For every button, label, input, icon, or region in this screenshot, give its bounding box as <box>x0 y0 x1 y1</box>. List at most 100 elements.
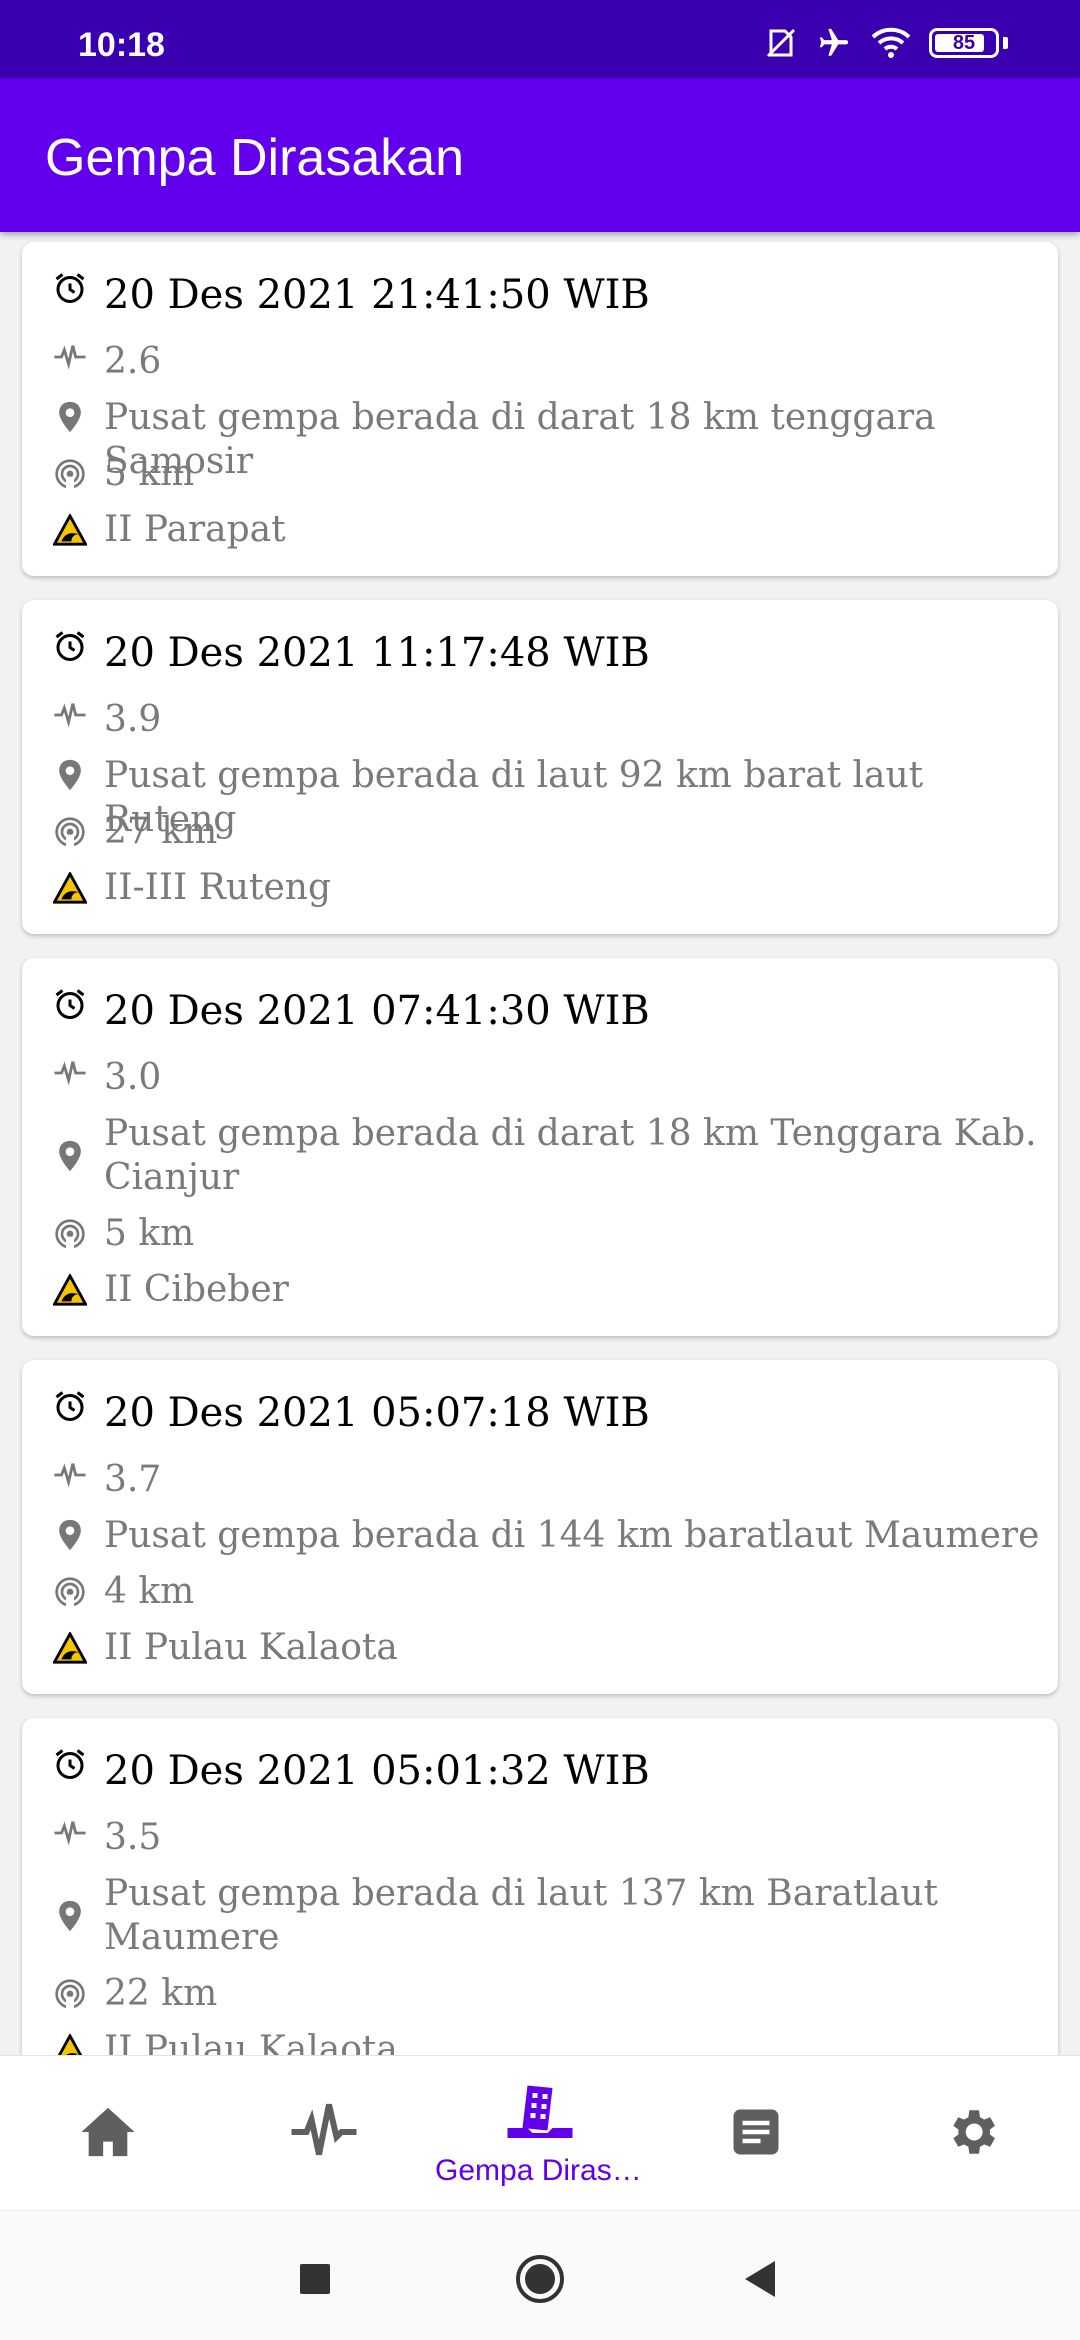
depth-radar-icon <box>50 1212 90 1250</box>
status-icons: 85 <box>765 26 1008 60</box>
felt-row: II Cibeber <box>50 1268 1044 1312</box>
building-quake-icon <box>505 2080 575 2150</box>
back-button[interactable] <box>730 2251 790 2311</box>
felt-row: II-III Ruteng <box>50 866 1044 910</box>
pulse-icon <box>50 1816 90 1850</box>
article-icon <box>729 2105 783 2163</box>
location-row: Pusat gempa berada di laut 137 km Baratl… <box>50 1872 1044 1960</box>
location-pin-icon <box>50 1139 90 1173</box>
magnitude-row: 3.5 <box>50 1816 1044 1860</box>
earthquake-felt: II Pulau Kalaota <box>104 2029 398 2055</box>
depth-row: 22 km <box>50 1972 1044 2016</box>
warning-icon <box>50 2028 90 2055</box>
home-icon <box>79 2105 137 2163</box>
wifi-icon <box>871 27 911 59</box>
earthquake-felt: II-III Ruteng <box>104 867 332 908</box>
nav-recent-quake[interactable] <box>216 2056 432 2211</box>
felt-row: II Pulau Kalaota <box>50 1626 1044 1670</box>
earthquake-magnitude: 3.5 <box>104 1817 162 1858</box>
alarm-icon <box>50 628 90 664</box>
earthquake-depth: 27 km <box>104 811 218 852</box>
pulse-icon <box>289 2102 359 2166</box>
earthquake-felt: II Parapat <box>104 509 286 550</box>
earthquake-card[interactable]: 20 Des 2021 11:17:48 WIB 3.9 Pusat gempa… <box>22 600 1058 934</box>
earthquake-location: Pusat gempa berada di darat 18 km Tengga… <box>104 1113 1037 1198</box>
location-row: Pusat gempa berada di darat 18 km Tengga… <box>50 1112 1044 1200</box>
earthquake-magnitude: 3.9 <box>104 699 162 740</box>
home-button[interactable] <box>510 2251 570 2311</box>
airplane-icon <box>815 26 853 60</box>
earthquake-magnitude: 2.6 <box>104 341 162 382</box>
earthquake-card[interactable]: 20 Des 2021 07:41:30 WIB 3.0 Pusat gempa… <box>22 958 1058 1336</box>
felt-row: II Parapat <box>50 508 1044 552</box>
location-pin-icon <box>50 396 90 434</box>
earthquake-card[interactable]: 20 Des 2021 05:07:18 WIB 3.7 Pusat gempa… <box>22 1360 1058 1694</box>
earthquake-time: 20 Des 2021 05:07:18 WIB <box>104 1390 650 1436</box>
time-row: 20 Des 2021 21:41:50 WIB <box>50 270 1044 320</box>
status-bar: 10:18 85 <box>0 0 1080 78</box>
earthquake-location: Pusat gempa berada di laut 137 km Baratl… <box>104 1873 938 1958</box>
depth-radar-icon <box>50 452 90 490</box>
earthquake-depth: 5 km <box>104 1213 195 1254</box>
time-row: 20 Des 2021 07:41:30 WIB <box>50 986 1044 1036</box>
felt-row: II Pulau Kalaota <box>50 2028 1044 2055</box>
earthquake-location: Pusat gempa berada di 144 km baratlaut M… <box>104 1515 1040 1556</box>
warning-icon <box>50 508 90 546</box>
circle-icon <box>514 2253 566 2309</box>
alarm-icon <box>50 270 90 306</box>
time-row: 20 Des 2021 11:17:48 WIB <box>50 628 1044 678</box>
pulse-icon <box>50 1458 90 1492</box>
nav-felt-quake[interactable]: Gempa Dirasakan <box>432 2056 648 2211</box>
battery-icon: 85 <box>929 28 999 58</box>
status-time: 10:18 <box>78 26 165 64</box>
pulse-icon <box>50 340 90 374</box>
depth-radar-icon <box>50 1972 90 2010</box>
magnitude-row: 3.7 <box>50 1458 1044 1502</box>
page-title: Gempa Dirasakan <box>45 129 465 187</box>
earthquake-depth: 5 km <box>104 453 195 494</box>
battery-level: 85 <box>952 31 976 54</box>
nav-home[interactable] <box>0 2056 216 2211</box>
earthquake-magnitude: 3.7 <box>104 1459 162 1500</box>
depth-radar-icon <box>50 810 90 848</box>
no-sim-icon <box>765 27 797 59</box>
location-pin-icon <box>50 754 90 792</box>
earthquake-time: 20 Des 2021 21:41:50 WIB <box>104 272 650 318</box>
system-navigation-bar <box>0 2210 1080 2340</box>
magnitude-row: 3.9 <box>50 698 1044 742</box>
recents-button[interactable] <box>285 2251 345 2311</box>
location-pin-icon <box>50 1899 90 1933</box>
app-bar: Gempa Dirasakan <box>0 78 1080 232</box>
nav-label-felt-quake: Gempa Dirasakan <box>435 2153 645 2187</box>
nav-settings[interactable] <box>864 2056 1080 2211</box>
alarm-icon <box>50 1746 90 1782</box>
bottom-navigation: Gempa Dirasakan <box>0 2055 1080 2210</box>
warning-icon <box>50 866 90 904</box>
back-triangle-icon <box>741 2259 779 2303</box>
pulse-icon <box>50 1056 90 1090</box>
earthquake-depth: 22 km <box>104 1973 218 2014</box>
earthquake-card[interactable]: 20 Des 2021 05:01:32 WIB 3.5 Pusat gempa… <box>22 1718 1058 2055</box>
time-row: 20 Des 2021 05:01:32 WIB <box>50 1746 1044 1796</box>
earthquake-card[interactable]: 20 Des 2021 21:41:50 WIB 2.6 Pusat gempa… <box>22 242 1058 576</box>
depth-radar-icon <box>50 1570 90 1608</box>
warning-icon <box>50 1268 90 1306</box>
earthquake-list[interactable]: 20 Des 2021 21:41:50 WIB 2.6 Pusat gempa… <box>0 232 1080 2055</box>
alarm-icon <box>50 986 90 1022</box>
square-icon <box>298 2262 332 2300</box>
earthquake-depth: 4 km <box>104 1571 195 1612</box>
time-row: 20 Des 2021 05:07:18 WIB <box>50 1388 1044 1438</box>
battery-tip <box>1003 37 1008 49</box>
earthquake-time: 20 Des 2021 07:41:30 WIB <box>104 988 650 1034</box>
magnitude-row: 2.6 <box>50 340 1044 384</box>
location-pin-icon <box>50 1514 90 1552</box>
nav-articles[interactable] <box>648 2056 864 2211</box>
depth-row: 4 km <box>50 1570 1044 1614</box>
gear-icon <box>943 2103 1001 2165</box>
depth-row: 5 km <box>50 1212 1044 1256</box>
depth-row: 27 km <box>50 810 1044 854</box>
location-row: Pusat gempa berada di 144 km baratlaut M… <box>50 1514 1044 1558</box>
earthquake-time: 20 Des 2021 05:01:32 WIB <box>104 1748 650 1794</box>
earthquake-time: 20 Des 2021 11:17:48 WIB <box>104 630 650 676</box>
depth-row: 5 km <box>50 452 1044 496</box>
